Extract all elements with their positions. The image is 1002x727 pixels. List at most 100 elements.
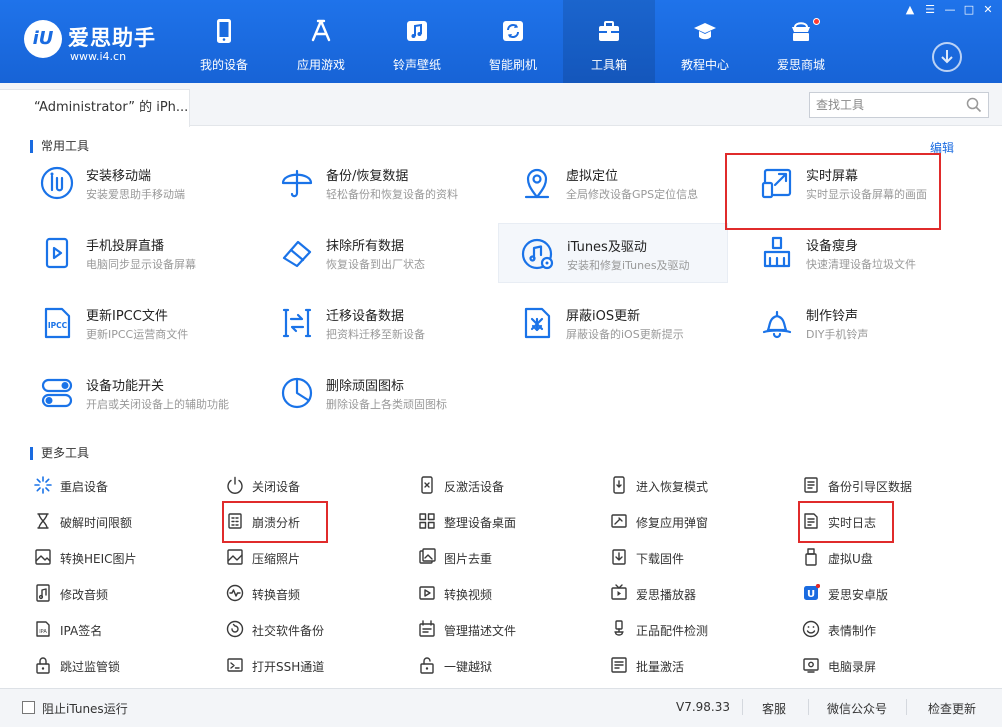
more-tool-item[interactable]: 进入恢复模式 bbox=[610, 474, 780, 496]
more-tool-item[interactable]: 整理设备桌面 bbox=[418, 510, 588, 532]
more-tool-item[interactable]: 爱思播放器 bbox=[610, 582, 780, 604]
more-tool-item[interactable]: 批量激活 bbox=[610, 654, 780, 676]
more-tool-name: 转换音频 bbox=[252, 588, 301, 602]
tool-name: iTunes及驱动 bbox=[567, 240, 647, 255]
device-tab-bar: “Administrator” 的 iPh... bbox=[0, 83, 1002, 127]
search-input[interactable] bbox=[816, 96, 956, 114]
device-tab[interactable]: “Administrator” 的 iPh... bbox=[0, 89, 190, 127]
tool-name: 删除顽固图标 bbox=[326, 379, 405, 394]
nav-smart-flash[interactable]: 智能刷机 bbox=[467, 0, 559, 83]
menu-icon[interactable]: ☰ bbox=[922, 3, 938, 17]
support-button[interactable]: 客服 bbox=[762, 700, 786, 717]
grid-icon bbox=[419, 513, 435, 529]
more-tool-item[interactable]: 转换HEIC图片 bbox=[34, 546, 204, 568]
more-tool-item[interactable]: 反激活设备 bbox=[418, 474, 588, 496]
more-tool-item[interactable]: 电脑录屏 bbox=[802, 654, 972, 676]
batch-activate-icon bbox=[611, 657, 627, 673]
app-url: www.i4.cn bbox=[70, 50, 127, 63]
tool-card[interactable]: 设备瘦身 快速清理设备垃圾文件 bbox=[750, 223, 978, 283]
itunes-gear-icon bbox=[521, 238, 554, 270]
nav-shop[interactable]: 爱思商城 bbox=[755, 0, 847, 83]
more-tool-item[interactable]: IPA IPA签名 bbox=[34, 618, 204, 640]
terminal-icon bbox=[227, 658, 243, 672]
unlock-icon bbox=[420, 657, 434, 674]
tool-card[interactable]: 实时屏幕 实时显示设备屏幕的画面 bbox=[750, 153, 978, 213]
more-tool-item[interactable]: 重启设备 bbox=[34, 474, 204, 496]
tool-card[interactable]: 备份/恢复数据 轻松备份和恢复设备的资料 bbox=[270, 153, 498, 213]
more-tool-item[interactable]: 修改音频 bbox=[34, 582, 204, 604]
tool-name: 设备功能开关 bbox=[86, 379, 165, 394]
block-itunes-checkbox[interactable] bbox=[22, 701, 35, 714]
more-tool-item[interactable]: U 爱思安卓版 bbox=[802, 582, 972, 604]
nav-toolbox[interactable]: 工具箱 bbox=[563, 0, 655, 83]
close-icon[interactable]: ✕ bbox=[980, 3, 996, 17]
divider bbox=[808, 699, 809, 715]
more-tool-item[interactable]: 压缩照片 bbox=[226, 546, 396, 568]
download-firmware-icon bbox=[612, 549, 626, 565]
shop-icon bbox=[792, 22, 810, 41]
more-tool-name: IPA签名 bbox=[60, 624, 103, 638]
accessory-check-icon bbox=[614, 620, 624, 636]
dedupe-image-icon bbox=[419, 548, 436, 564]
nav-label: 智能刷机 bbox=[488, 58, 537, 72]
tool-card[interactable]: 设备功能开关 开启或关闭设备上的辅助功能 bbox=[30, 363, 258, 423]
more-tool-item[interactable]: 跳过监管锁 bbox=[34, 654, 204, 676]
skin-icon[interactable]: ▲ bbox=[902, 3, 918, 17]
svg-text:U: U bbox=[807, 589, 815, 600]
tool-card[interactable]: 虚拟定位 全局修改设备GPS定位信息 bbox=[510, 153, 738, 213]
tool-card[interactable]: 迁移设备数据 把资料迁移至新设备 bbox=[270, 293, 498, 353]
maximize-icon[interactable]: □ bbox=[961, 3, 977, 17]
check-update-button[interactable]: 检查更新 bbox=[928, 700, 976, 717]
more-tool-item[interactable]: 表情制作 bbox=[802, 618, 972, 640]
more-tool-item[interactable]: 一键越狱 bbox=[418, 654, 588, 676]
more-tool-item[interactable]: 图片去重 bbox=[418, 546, 588, 568]
block-itunes-label[interactable]: 阻止iTunes运行 bbox=[42, 700, 128, 717]
tool-card[interactable]: 制作铃声 DIY手机铃声 bbox=[750, 293, 978, 353]
more-tool-item[interactable]: 正品配件检测 bbox=[610, 618, 780, 640]
wechat-button[interactable]: 微信公众号 bbox=[827, 700, 887, 717]
tool-name: 迁移设备数据 bbox=[326, 309, 405, 324]
more-tool-name: 整理设备桌面 bbox=[444, 516, 517, 530]
scrollbar-track[interactable] bbox=[998, 126, 1002, 686]
tool-description: 全局修改设备GPS定位信息 bbox=[566, 188, 699, 201]
more-tool-item[interactable]: 下载固件 bbox=[610, 546, 780, 568]
nav-label: 应用游戏 bbox=[296, 58, 345, 72]
convert-audio-icon bbox=[226, 584, 244, 602]
download-manager-button[interactable] bbox=[932, 42, 962, 72]
tool-card[interactable]: iTunes及驱动 安装和修复iTunes及驱动 bbox=[498, 223, 728, 283]
more-tool-item[interactable]: 崩溃分析 bbox=[226, 510, 396, 532]
more-tool-name: 社交软件备份 bbox=[252, 624, 325, 638]
more-tool-item[interactable]: 虚拟U盘 bbox=[802, 546, 972, 568]
tool-card[interactable]: 删除顽固图标 删除设备上各类顽固图标 bbox=[270, 363, 498, 423]
heic-image-icon bbox=[35, 549, 51, 565]
nav-label: 铃声壁纸 bbox=[392, 58, 441, 72]
search-icon[interactable] bbox=[966, 97, 982, 113]
app-logo[interactable]: iU 爱思助手 www.i4.cn bbox=[24, 20, 184, 68]
more-tool-item[interactable]: 修复应用弹窗 bbox=[610, 510, 780, 532]
more-tool-item[interactable]: 管理描述文件 bbox=[418, 618, 588, 640]
more-tool-item[interactable]: 关闭设备 bbox=[226, 474, 396, 496]
tool-description: 轻松备份和恢复设备的资料 bbox=[326, 188, 458, 201]
more-tool-item[interactable]: 社交软件备份 bbox=[226, 618, 396, 640]
nav-my-device[interactable]: 我的设备 bbox=[178, 0, 270, 83]
ipa-sign-icon: IPA bbox=[36, 621, 50, 637]
minimize-icon[interactable]: — bbox=[942, 3, 958, 17]
version-label: V7.98.33 bbox=[676, 700, 731, 714]
nav-tutorials[interactable]: 教程中心 bbox=[659, 0, 751, 83]
nav-ringtones[interactable]: 铃声壁纸 bbox=[371, 0, 463, 83]
more-tool-item[interactable]: 打开SSH通道 bbox=[226, 654, 396, 676]
nav-apps-games[interactable]: 应用游戏 bbox=[275, 0, 367, 83]
more-tool-item[interactable]: 备份引导区数据 bbox=[802, 474, 972, 496]
tool-description: 更新IPCC运营商文件 bbox=[86, 328, 189, 341]
tool-card[interactable]: IPCC 更新IPCC文件 更新IPCC运营商文件 bbox=[30, 293, 258, 353]
more-tool-item[interactable]: 转换视频 bbox=[418, 582, 588, 604]
tool-card[interactable]: 抹除所有数据 恢复设备到出厂状态 bbox=[270, 223, 498, 283]
more-tool-item[interactable]: 实时日志 bbox=[802, 510, 972, 532]
tool-card[interactable]: 屏蔽iOS更新 屏蔽设备的iOS更新提示 bbox=[510, 293, 738, 353]
nav-label: 爱思商城 bbox=[776, 58, 825, 72]
more-tool-item[interactable]: 转换音频 bbox=[226, 582, 396, 604]
compress-photo-icon bbox=[227, 549, 243, 565]
tool-card[interactable]: 手机投屏直播 电脑同步显示设备屏幕 bbox=[30, 223, 258, 283]
more-tool-item[interactable]: 破解时间限额 bbox=[34, 510, 204, 532]
tool-card[interactable]: 安装移动端 安装爱思助手移动端 bbox=[30, 153, 258, 213]
